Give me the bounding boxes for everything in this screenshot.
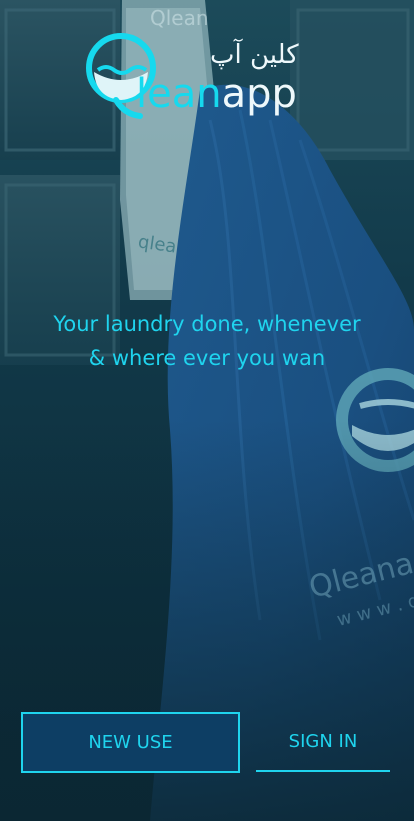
tag-print-top: Qlean [150, 6, 209, 30]
tagline: Your laundry done, whenever & where ever… [20, 307, 394, 375]
tagline-line-2: & where ever you wan [88, 346, 326, 370]
app-logo: كلين آپ leanapp [84, 28, 334, 120]
logo-app-text: app [221, 71, 297, 117]
new-user-button[interactable]: NEW USE [21, 712, 240, 773]
sign-in-button[interactable]: SIGN IN [256, 714, 390, 772]
logo-arabic-text: كلين آپ [210, 40, 299, 70]
tagline-line-1: Your laundry done, whenever [53, 312, 361, 336]
logo-wordmark: leanapp [136, 70, 297, 118]
laundry-bag-illustration [0, 0, 414, 821]
splash-screen: Qlean qlea Qleanap w w w . q كلين آپ lea… [0, 0, 414, 821]
logo-lean-text: lean [136, 71, 222, 117]
